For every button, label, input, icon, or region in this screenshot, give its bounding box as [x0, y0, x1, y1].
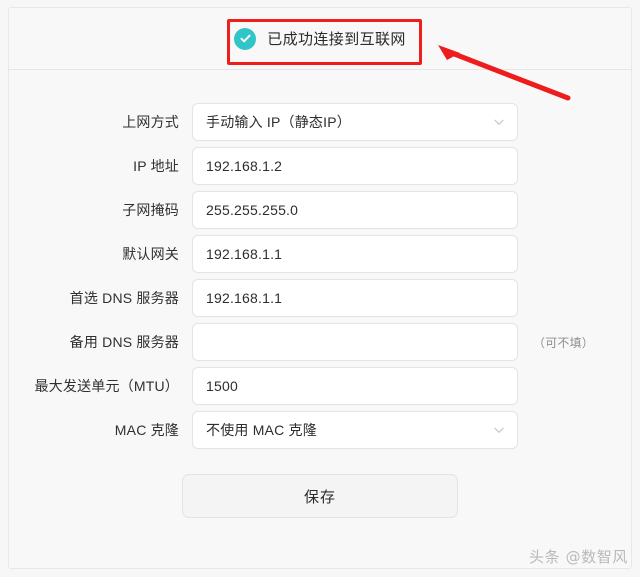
input-subnet-mask[interactable]: 255.255.255.0: [192, 191, 518, 229]
input-default-gateway-value: 192.168.1.1: [206, 246, 283, 262]
form-row-primary-dns: 首选 DNS 服务器 192.168.1.1: [9, 279, 631, 317]
save-button[interactable]: 保存: [182, 474, 458, 518]
input-secondary-dns[interactable]: [192, 323, 518, 361]
label-primary-dns: 首选 DNS 服务器: [69, 290, 179, 306]
input-ip-address[interactable]: 192.168.1.2: [192, 147, 518, 185]
select-mac-clone-value: 不使用 MAC 克隆: [206, 422, 317, 438]
select-connection-type[interactable]: 手动输入 IP（静态IP）: [192, 103, 518, 141]
form-row-mtu: 最大发送单元（MTU） 1500: [9, 367, 631, 405]
network-settings-panel: 已成功连接到互联网 上网方式 手动输入 IP（静态IP） IP 地址 192.1…: [8, 7, 632, 569]
connection-status-content: 已成功连接到互联网: [234, 27, 406, 50]
connection-status-text: 已成功连接到互联网: [267, 31, 406, 48]
form-row-default-gateway: 默认网关 192.168.1.1: [9, 235, 631, 273]
chevron-down-icon: [492, 115, 506, 129]
input-subnet-mask-value: 255.255.255.0: [206, 202, 299, 218]
form-row-subnet-mask: 子网掩码 255.255.255.0: [9, 191, 631, 229]
label-subnet-mask: 子网掩码: [122, 202, 179, 218]
check-circle-icon: [234, 27, 257, 50]
label-default-gateway: 默认网关: [122, 246, 179, 262]
label-mtu: 最大发送单元（MTU）: [34, 378, 179, 394]
connection-status-banner: 已成功连接到互联网: [9, 8, 631, 70]
save-button-container: 保存: [9, 474, 631, 518]
input-mtu[interactable]: 1500: [192, 367, 518, 405]
wan-settings-form: 上网方式 手动输入 IP（静态IP） IP 地址 192.168.1.2 子网掩…: [9, 70, 631, 518]
label-connection-type: 上网方式: [122, 114, 179, 130]
form-row-ip-address: IP 地址 192.168.1.2: [9, 147, 631, 185]
input-default-gateway[interactable]: 192.168.1.1: [192, 235, 518, 273]
input-ip-address-value: 192.168.1.2: [206, 158, 283, 174]
label-ip-address: IP 地址: [133, 158, 179, 174]
select-mac-clone[interactable]: 不使用 MAC 克隆: [192, 411, 518, 449]
input-primary-dns-value: 192.168.1.1: [206, 290, 283, 306]
form-row-connection-type: 上网方式 手动输入 IP（静态IP）: [9, 103, 631, 141]
form-row-mac-clone: MAC 克隆 不使用 MAC 克隆: [9, 411, 631, 449]
hint-secondary-dns-optional: （可不填）: [533, 335, 595, 350]
chevron-down-icon: [492, 423, 506, 437]
select-connection-type-value: 手动输入 IP（静态IP）: [206, 114, 351, 130]
form-row-secondary-dns: 备用 DNS 服务器 （可不填）: [9, 323, 631, 361]
label-secondary-dns: 备用 DNS 服务器: [69, 334, 179, 350]
input-mtu-value: 1500: [206, 378, 238, 394]
watermark: 头条 @数智风: [529, 548, 628, 566]
label-mac-clone: MAC 克隆: [114, 422, 179, 438]
input-primary-dns[interactable]: 192.168.1.1: [192, 279, 518, 317]
